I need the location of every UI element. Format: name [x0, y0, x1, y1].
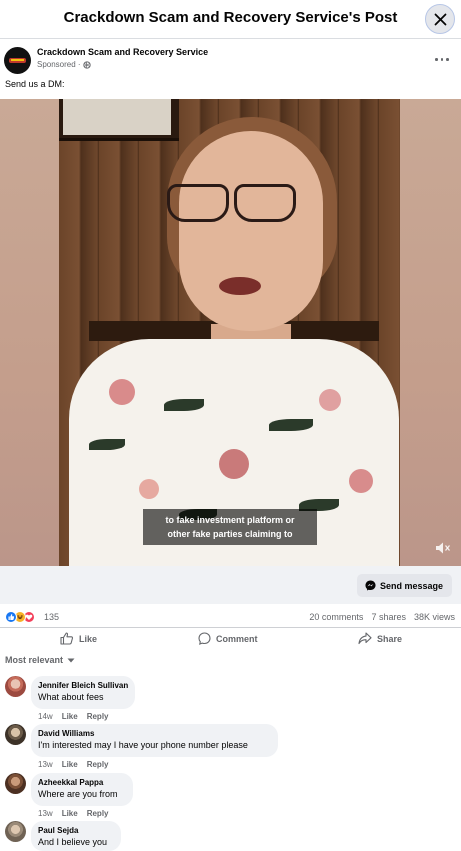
dialog-title: Crackdown Scam and Recovery Service's Po…: [63, 9, 398, 26]
share-label: Share: [377, 633, 403, 644]
commenter-avatar[interactable]: [5, 773, 26, 794]
comment-meta: 13w Like Reply: [38, 760, 109, 769]
more-dot: [440, 58, 443, 61]
views-count: 38K views: [413, 612, 455, 622]
commenter-avatar[interactable]: [5, 676, 26, 697]
glasses-left-lens: [167, 184, 229, 222]
commenter-avatar[interactable]: [5, 821, 26, 842]
commenter-avatar[interactable]: [5, 724, 26, 745]
speaker-muted-icon[interactable]: [435, 541, 451, 555]
page-name-link[interactable]: Crackdown Scam and Recovery Service: [37, 47, 208, 57]
sponsored-row: Sponsored ·: [37, 60, 91, 69]
comment-like-button[interactable]: Like: [62, 712, 78, 721]
comment-time[interactable]: 14w: [38, 712, 53, 721]
send-message-button[interactable]: Send message: [357, 574, 452, 597]
like-button[interactable]: Like: [60, 632, 97, 645]
comment-text: What about fees: [38, 692, 104, 702]
more-options-button[interactable]: [432, 51, 452, 67]
send-message-label: Send message: [380, 580, 444, 591]
flower: [219, 449, 249, 479]
comments-filter-label: Most relevant: [5, 655, 64, 665]
mouth: [219, 277, 261, 295]
leaf: [164, 399, 204, 411]
more-dot: [446, 58, 449, 61]
comment-label: Comment: [216, 633, 258, 644]
picture-frame: [59, 99, 179, 141]
comment-reply-button[interactable]: Reply: [87, 809, 109, 818]
globe-icon: [82, 60, 91, 69]
picture-frame-inner: [63, 99, 171, 135]
flower: [109, 379, 135, 405]
messenger-icon: [365, 580, 376, 591]
comment-reply-button[interactable]: Reply: [87, 760, 109, 769]
flower: [139, 479, 159, 499]
shares-count[interactable]: 7 shares: [371, 612, 406, 622]
leaf: [269, 419, 313, 431]
engagement-counts: 20 comments 7 shares 38K views: [309, 612, 455, 622]
close-icon: [434, 13, 447, 26]
like-reaction-icon: [5, 611, 17, 623]
share-button[interactable]: Share: [358, 632, 402, 645]
post-actions: Like Comment Share: [0, 627, 461, 649]
flower: [319, 389, 341, 411]
caption-line-2: other fake parties claiming to: [167, 529, 293, 539]
video-frame: [59, 99, 400, 566]
video-blur-right: [400, 99, 461, 566]
post-header: Crackdown Scam and Recovery Service Spon…: [0, 44, 461, 76]
comment-bubble: Jennifer Bleich Sullivan What about fees: [31, 676, 135, 709]
commenter-name[interactable]: Paul Sejda: [38, 825, 114, 836]
reaction-count[interactable]: 135: [44, 612, 59, 622]
cta-bar: Send message: [0, 566, 461, 604]
leaf: [89, 439, 125, 450]
comment-bubble-icon: [198, 632, 211, 645]
comment-button[interactable]: Comment: [198, 632, 258, 645]
page-avatar[interactable]: [4, 47, 31, 74]
video-blur-left: [0, 99, 59, 566]
page-logo-accent: [11, 59, 24, 61]
comment-like-button[interactable]: Like: [62, 809, 78, 818]
comment-bubble: David Williams I'm interested may I have…: [31, 724, 278, 757]
video-caption: to fake investment platform or other fak…: [143, 509, 317, 545]
more-horizontal-icon: [435, 58, 438, 61]
comment-text: Where are you from: [38, 789, 118, 799]
comment-meta: 13w Like Reply: [38, 809, 109, 818]
like-label: Like: [79, 633, 98, 644]
comment-text: And I believe you: [38, 837, 108, 847]
face: [179, 131, 323, 331]
comment-reply-button[interactable]: Reply: [87, 712, 109, 721]
commenter-name[interactable]: David Williams: [38, 728, 271, 739]
share-arrow-icon: [358, 632, 372, 645]
post-dialog-header: Crackdown Scam and Recovery Service's Po…: [0, 0, 461, 39]
reactions-summary[interactable]: [5, 611, 35, 623]
caret-down-icon: [67, 658, 75, 662]
comment-text: I'm interested may I have your phone num…: [38, 740, 248, 750]
comment-bubble: Paul Sejda And I believe you: [31, 821, 121, 851]
comment-time[interactable]: 13w: [38, 760, 53, 769]
commenter-name[interactable]: Jennifer Bleich Sullivan: [38, 680, 128, 691]
comments-filter-dropdown[interactable]: Most relevant: [5, 655, 75, 665]
comments-count[interactable]: 20 comments: [309, 612, 363, 622]
close-button[interactable]: [425, 4, 455, 34]
comment-bubble: Azheekkal Pappa Where are you from: [31, 773, 133, 806]
thumbs-up-icon: [60, 632, 74, 645]
glasses-right-lens: [234, 184, 296, 222]
comment-meta: 14w Like Reply: [38, 712, 109, 721]
video-player[interactable]: to fake investment platform or other fak…: [0, 99, 461, 566]
comment-time[interactable]: 13w: [38, 809, 53, 818]
commenter-name[interactable]: Azheekkal Pappa: [38, 777, 126, 788]
flower: [349, 469, 373, 493]
caption-line-1: to fake investment platform or: [165, 515, 295, 525]
comment-like-button[interactable]: Like: [62, 760, 78, 769]
post-text: Send us a DM:: [5, 79, 65, 89]
sponsored-label: Sponsored ·: [37, 60, 81, 69]
post-stats: 135 20 comments 7 shares 38K views: [0, 609, 461, 627]
